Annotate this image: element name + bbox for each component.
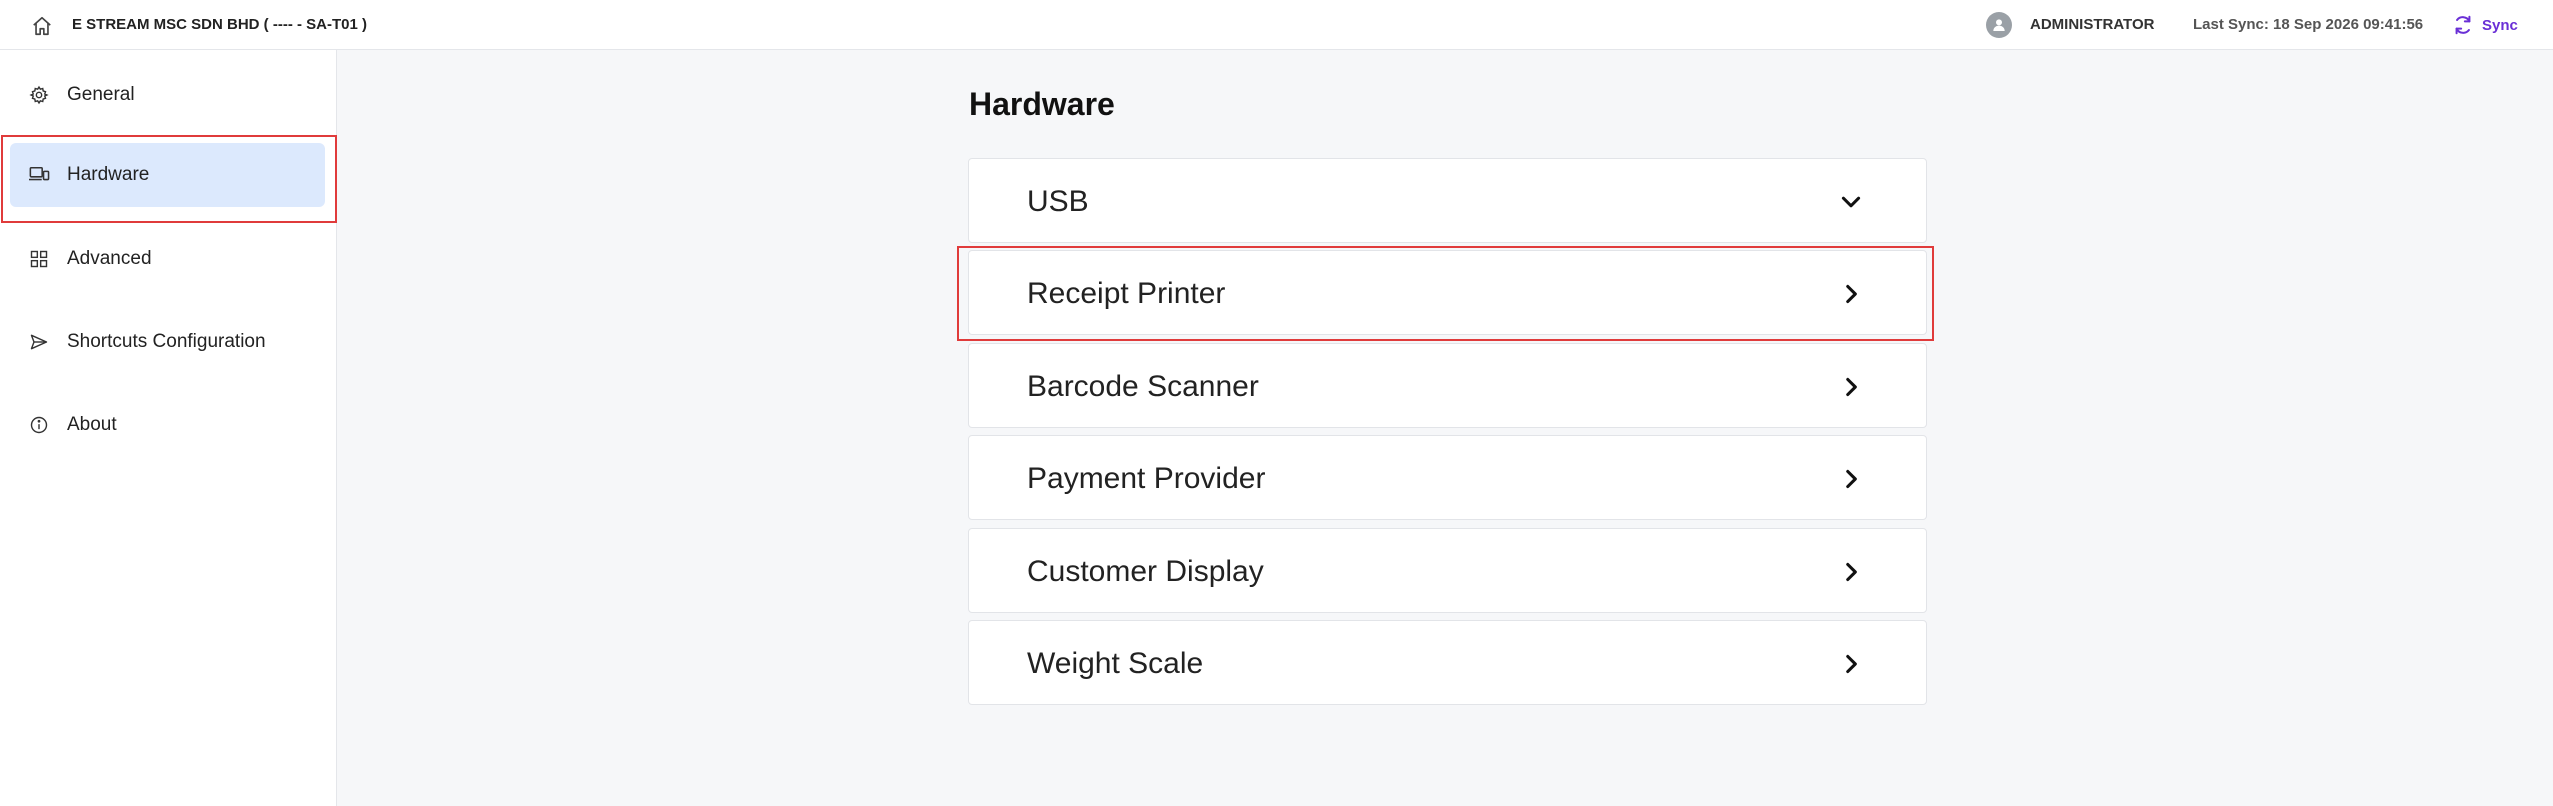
section-label: Payment Provider: [1027, 462, 1266, 495]
sync-icon: [2455, 15, 2471, 35]
sidebar-item-about[interactable]: About: [10, 393, 325, 457]
home-button[interactable]: [28, 12, 56, 40]
section-label: Barcode Scanner: [1027, 370, 1259, 403]
sidebar-item-label: General: [67, 84, 135, 105]
avatar[interactable]: [1986, 12, 2012, 38]
sync-button[interactable]: Sync: [2452, 10, 2518, 40]
last-sync-status: Last Sync: 18 Sep 2026 09:41:56: [2193, 16, 2424, 33]
sidebar-item-label: Hardware: [67, 164, 150, 185]
page-title: Hardware: [969, 86, 1115, 122]
section-label: Weight Scale: [1027, 647, 1204, 680]
section-weight-scale[interactable]: Weight Scale: [968, 620, 1927, 705]
section-label: Receipt Printer: [1027, 277, 1226, 310]
devices-icon: [28, 164, 50, 186]
sidebar: General Hardware Advanced Shortcuts Conf…: [0, 50, 337, 806]
chevron-right-icon: [1846, 377, 1857, 397]
sync-label: Sync: [2482, 16, 2518, 34]
chevron-right-icon: [1846, 284, 1857, 304]
info-icon: [28, 414, 50, 436]
sidebar-item-label: Advanced: [67, 248, 152, 269]
user-name: ADMINISTRATOR: [2030, 16, 2155, 33]
section-barcode-scanner[interactable]: Barcode Scanner: [968, 343, 1927, 428]
top-bar: E STREAM MSC SDN BHD ( ---- - SA-T01 ) A…: [0, 0, 2553, 50]
sidebar-item-label: Shortcuts Configuration: [67, 331, 266, 352]
chevron-right-icon: [1846, 562, 1857, 582]
sidebar-item-advanced[interactable]: Advanced: [10, 227, 325, 291]
sidebar-item-general[interactable]: General: [10, 63, 325, 127]
home-icon: [33, 16, 51, 36]
chevron-right-icon: [1846, 469, 1857, 489]
send-icon: [28, 331, 50, 353]
sidebar-item-hardware[interactable]: Hardware: [10, 143, 325, 207]
dashboard-icon: [28, 248, 50, 270]
section-usb[interactable]: USB: [968, 158, 1927, 243]
section-payment-provider[interactable]: Payment Provider: [968, 435, 1927, 520]
chevron-down-icon: [1841, 196, 1861, 208]
section-customer-display[interactable]: Customer Display: [968, 528, 1927, 613]
gear-icon: [28, 84, 50, 106]
sidebar-item-shortcuts-configuration[interactable]: Shortcuts Configuration: [10, 310, 325, 374]
company-title: E STREAM MSC SDN BHD ( ---- - SA-T01 ): [72, 16, 367, 33]
section-label: USB: [1027, 185, 1089, 218]
section-label: Customer Display: [1027, 555, 1264, 588]
sidebar-item-label: About: [67, 414, 117, 435]
user-icon: [1993, 19, 2005, 31]
chevron-right-icon: [1846, 654, 1857, 674]
section-receipt-printer[interactable]: Receipt Printer: [968, 250, 1927, 335]
